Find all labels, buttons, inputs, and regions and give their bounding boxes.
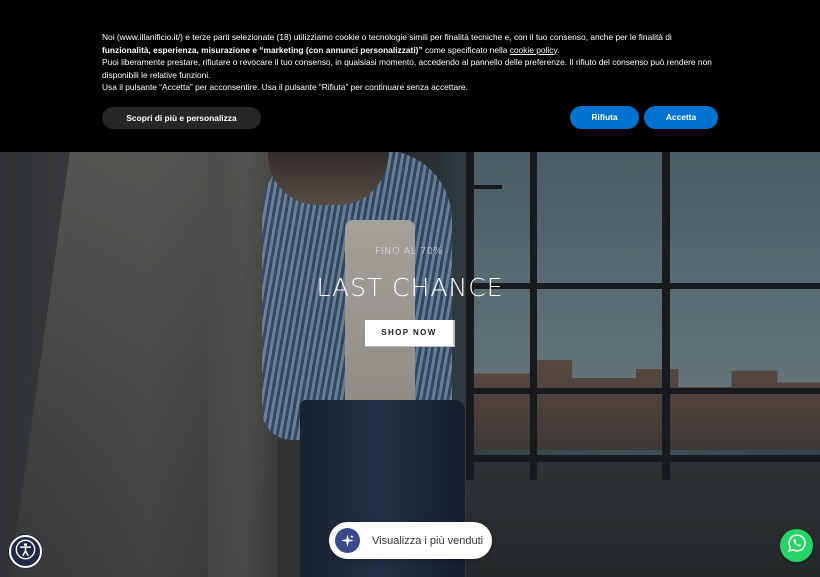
- cookie-text: Noi (www.illanificio.it/) e terze parti …: [102, 31, 722, 94]
- learn-more-customize-button[interactable]: Scopri di più e personalizza: [102, 107, 261, 129]
- cookie-text-period: .: [557, 44, 560, 55]
- accessibility-icon: [15, 539, 36, 565]
- reject-button[interactable]: Rifiuta: [570, 106, 639, 129]
- cookie-banner: Noi (www.illanificio.it/) e terze parti …: [0, 0, 820, 152]
- hero-text: FINO AL 70% LAST CHANCE SHOP NOW: [0, 246, 820, 347]
- page: FINO AL 70% LAST CHANCE SHOP NOW Noi (ww…: [0, 0, 820, 577]
- shop-now-button[interactable]: SHOP NOW: [365, 320, 455, 347]
- cookie-text-intro: Noi (www.illanificio.it/) e terze parti …: [102, 32, 672, 42]
- cookie-text-purposes: funzionalità, esperienza, misurazione e …: [102, 44, 423, 55]
- cookie-policy-link[interactable]: cookie policy: [510, 45, 557, 55]
- accessibility-button[interactable]: [9, 535, 42, 568]
- view-bestsellers-button[interactable]: Visualizza i più venduti: [329, 522, 492, 559]
- cookie-text-consent: Puoi liberamente prestare, rifiutare o r…: [102, 57, 712, 80]
- hero-eyebrow: FINO AL 70%: [374, 246, 444, 257]
- cookie-text-specified: come specificato nella: [422, 44, 510, 55]
- view-bestsellers-label: Visualizza i più venduti: [372, 534, 484, 547]
- whatsapp-button[interactable]: [780, 529, 813, 562]
- cookie-text-instructions: Usa il pulsante “Accetta” per acconsenti…: [102, 82, 468, 93]
- whatsapp-icon: [787, 533, 807, 558]
- sparkle-icon: [335, 528, 360, 553]
- hero-title: LAST CHANCE: [316, 273, 504, 302]
- accept-button[interactable]: Accetta: [644, 106, 718, 129]
